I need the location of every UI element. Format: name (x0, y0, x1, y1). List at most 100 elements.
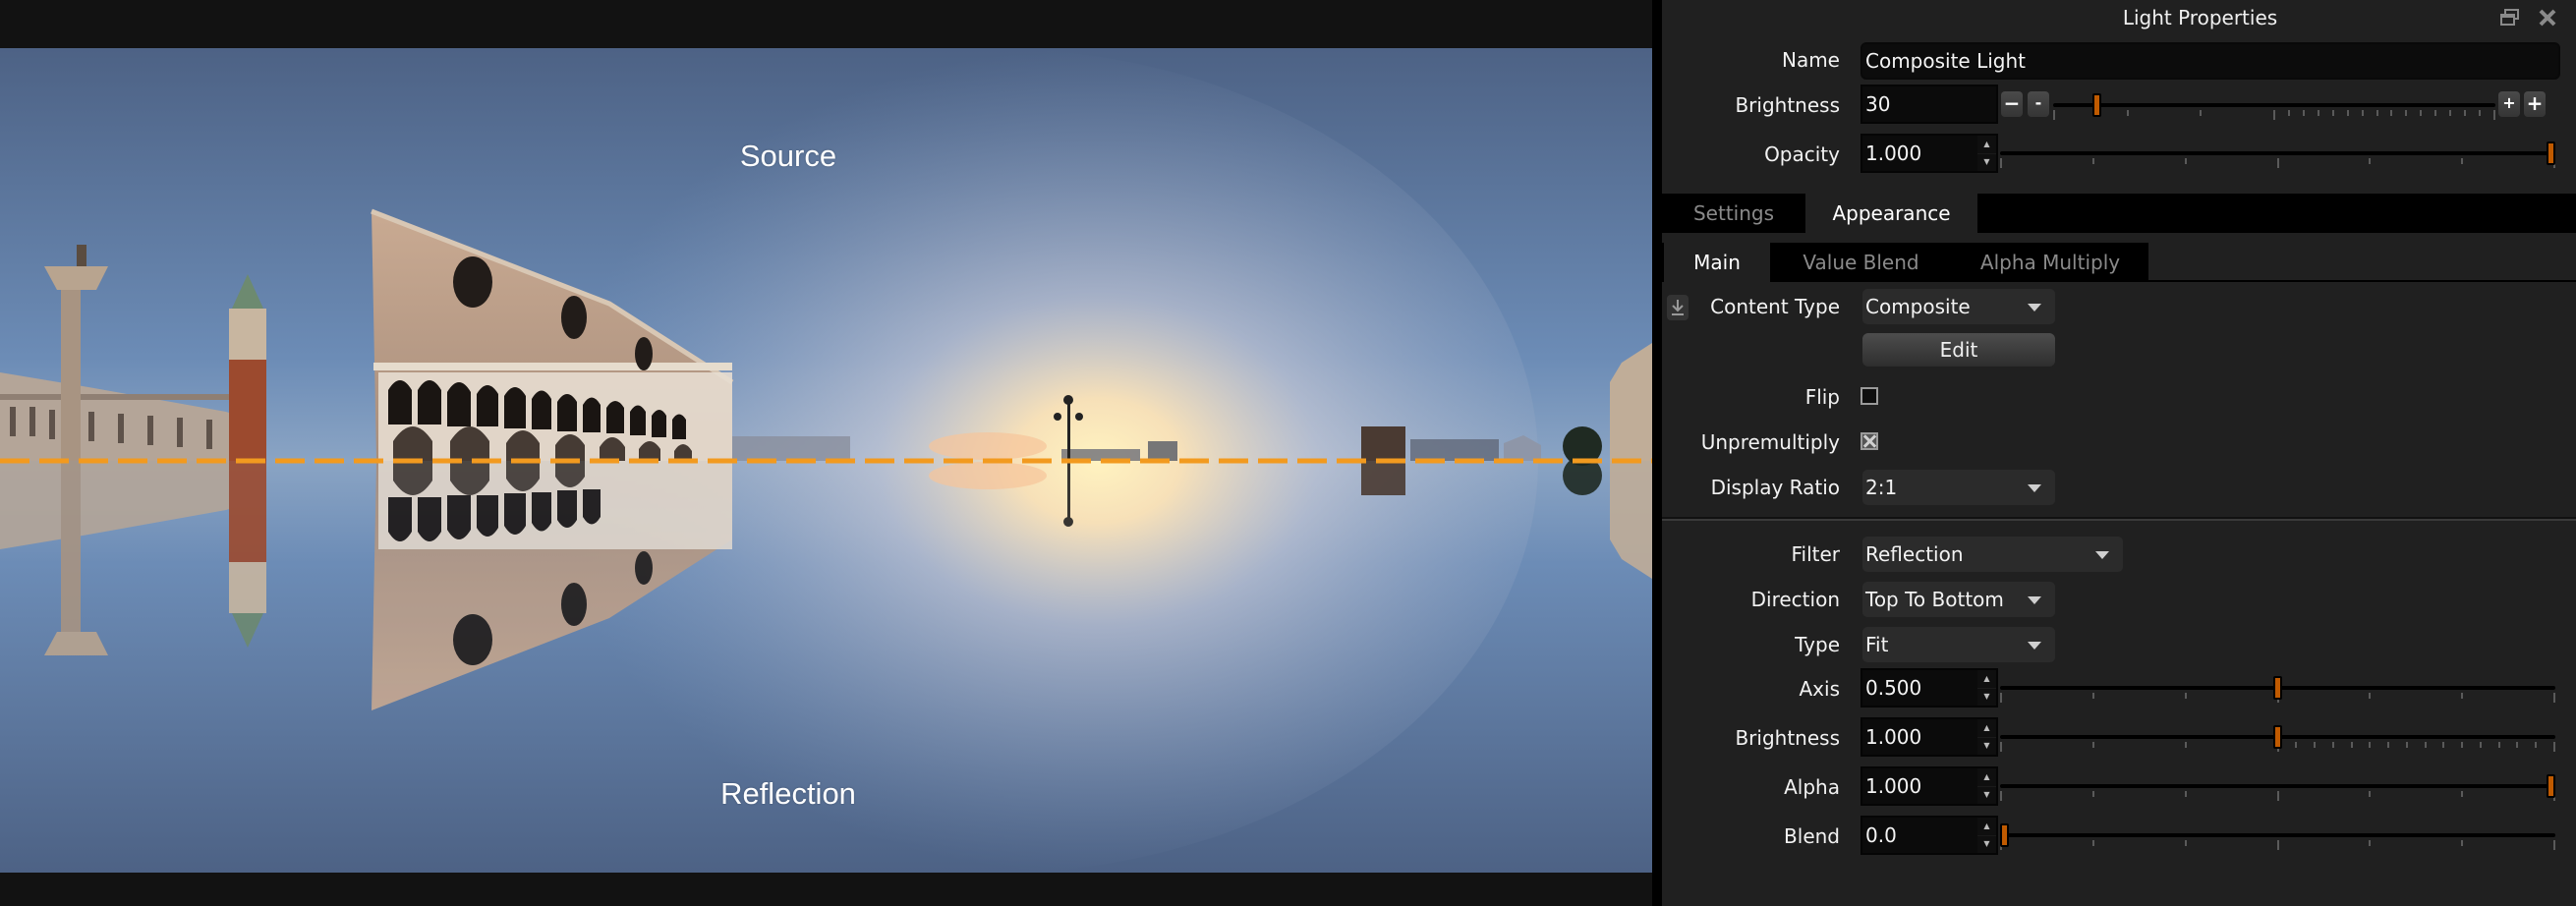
slider-tick (2295, 742, 2297, 748)
main-tabstrip: Settings Appearance (1662, 194, 2576, 233)
slider-handle[interactable] (2092, 93, 2101, 117)
slider-tick (2425, 742, 2427, 748)
spin-up-icon[interactable]: ▲ (1977, 136, 1996, 154)
slider-tick (2516, 742, 2518, 748)
content-type-label: Content Type (1710, 295, 1840, 318)
blend-label: Blend (1784, 824, 1840, 848)
blend-spinner[interactable]: ▲ ▼ (1977, 818, 1996, 853)
slider-tick (2480, 742, 2482, 748)
spin-up-icon[interactable]: ▲ (1977, 818, 1996, 836)
spin-up-icon[interactable]: ▲ (1977, 768, 1996, 787)
slider-tick (2553, 840, 2555, 850)
opacity-input[interactable]: 1.000 ▲ ▼ (1860, 134, 1998, 173)
opacity-spinner[interactable]: ▲ ▼ (1977, 136, 1996, 171)
display-ratio-dropdown[interactable]: 2:1 (1862, 470, 2055, 505)
slider-tick (2369, 791, 2371, 797)
slider-tick (2387, 742, 2389, 748)
slider-track[interactable] (2053, 103, 2495, 107)
slider-tick (2461, 158, 2463, 164)
slider-tick (2461, 742, 2463, 748)
type-dropdown[interactable]: Fit (1862, 627, 2055, 662)
brightness-input[interactable]: 30 (1860, 85, 1998, 124)
slider-handle[interactable] (2273, 725, 2282, 749)
increase-large-button[interactable]: + (2524, 91, 2546, 117)
spin-down-icon[interactable]: ▼ (1977, 835, 1996, 853)
chevron-down-icon (2028, 484, 2041, 492)
opacity-value: 1.000 (1865, 142, 1922, 165)
reflection-label: Reflection (720, 776, 856, 811)
slider-track[interactable] (2000, 784, 2555, 788)
spin-up-icon[interactable]: ▲ (1977, 670, 1996, 689)
section-divider (1662, 517, 2576, 521)
slider-tick (2420, 110, 2422, 116)
opacity-slider[interactable] (2000, 142, 2555, 172)
slider-tick (2362, 110, 2364, 116)
blend-input[interactable]: 0.0 ▲ ▼ (1860, 816, 1998, 855)
slider-handle[interactable] (2000, 823, 2009, 847)
direction-label: Direction (1750, 588, 1840, 611)
flip-checkbox[interactable] (1860, 387, 1878, 405)
subtab-value-blend[interactable]: Value Blend (1770, 243, 1952, 282)
slider-tick (2434, 110, 2436, 116)
edit-button[interactable]: Edit (1862, 333, 2055, 367)
spin-up-icon[interactable]: ▲ (1977, 719, 1996, 738)
slider-tick (2449, 110, 2451, 116)
slider-tick (2200, 110, 2202, 116)
slider-tick (2277, 158, 2279, 168)
slider-track[interactable] (2000, 833, 2555, 837)
direction-dropdown[interactable]: Top To Bottom (1862, 582, 2055, 617)
decrease-large-button[interactable]: − (2001, 91, 2023, 117)
slider-handle[interactable] (2273, 676, 2282, 700)
spin-down-icon[interactable]: ▼ (1977, 688, 1996, 706)
blend-value: 0.0 (1865, 823, 1897, 847)
slider-tick (2479, 110, 2481, 116)
slider-tick (2369, 840, 2371, 846)
decrease-small-button[interactable]: - (2028, 91, 2049, 117)
alpha-input[interactable]: 1.000 ▲ ▼ (1860, 766, 1998, 806)
alpha-spinner[interactable]: ▲ ▼ (1977, 768, 1996, 804)
filter-brightness-input[interactable]: 1.000 ▲ ▼ (1860, 717, 1998, 757)
filter-brightness-slider[interactable] (2000, 725, 2555, 756)
axis-slider[interactable] (2000, 676, 2555, 707)
slider-tick (2461, 840, 2463, 846)
slider-track[interactable] (2000, 151, 2555, 155)
name-input[interactable]: Composite Light (1860, 42, 2560, 80)
blend-slider[interactable] (2000, 823, 2555, 854)
filter-brightness-spinner[interactable]: ▲ ▼ (1977, 719, 1996, 755)
increase-small-button[interactable]: + (2498, 91, 2520, 117)
axis-value: 0.500 (1865, 676, 1922, 700)
slider-tick (2127, 110, 2129, 116)
slider-handle[interactable] (2547, 774, 2555, 798)
brightness-slider[interactable] (2053, 93, 2495, 124)
axis-input[interactable]: 0.500 ▲ ▼ (1860, 668, 1998, 708)
slider-tick (2493, 110, 2495, 120)
slider-tick (2332, 742, 2334, 748)
slider-tick (2553, 693, 2555, 703)
subtab-alpha-multiply[interactable]: Alpha Multiply (1952, 243, 2148, 282)
float-window-icon[interactable] (2500, 9, 2520, 30)
alpha-slider[interactable] (2000, 774, 2555, 805)
tab-settings[interactable]: Settings (1662, 194, 1805, 233)
display-ratio-value: 2:1 (1865, 476, 1898, 499)
slider-handle[interactable] (2547, 142, 2555, 165)
slider-tick (2464, 110, 2466, 116)
unpremultiply-checkbox[interactable] (1860, 432, 1878, 450)
filter-dropdown[interactable]: Reflection (1862, 537, 2123, 572)
slider-tick (2303, 110, 2305, 116)
filter-brightness-label: Brightness (1735, 726, 1840, 750)
subtab-main[interactable]: Main (1664, 243, 1770, 282)
tab-appearance[interactable]: Appearance (1805, 194, 1977, 233)
display-ratio-label: Display Ratio (1710, 476, 1840, 499)
import-icon[interactable] (1667, 295, 1689, 320)
content-type-dropdown[interactable]: Composite (1862, 289, 2055, 324)
close-icon[interactable] (2539, 9, 2556, 30)
image-viewport[interactable]: Source Reflection (0, 0, 1652, 906)
slider-tick (2092, 158, 2094, 164)
flip-label: Flip (1804, 385, 1840, 409)
slider-tick (2000, 693, 2002, 703)
spin-down-icon[interactable]: ▼ (1977, 153, 1996, 171)
spin-down-icon[interactable]: ▼ (1977, 737, 1996, 755)
spin-down-icon[interactable]: ▼ (1977, 786, 1996, 804)
brightness-label: Brightness (1735, 93, 1840, 117)
axis-spinner[interactable]: ▲ ▼ (1977, 670, 1996, 706)
